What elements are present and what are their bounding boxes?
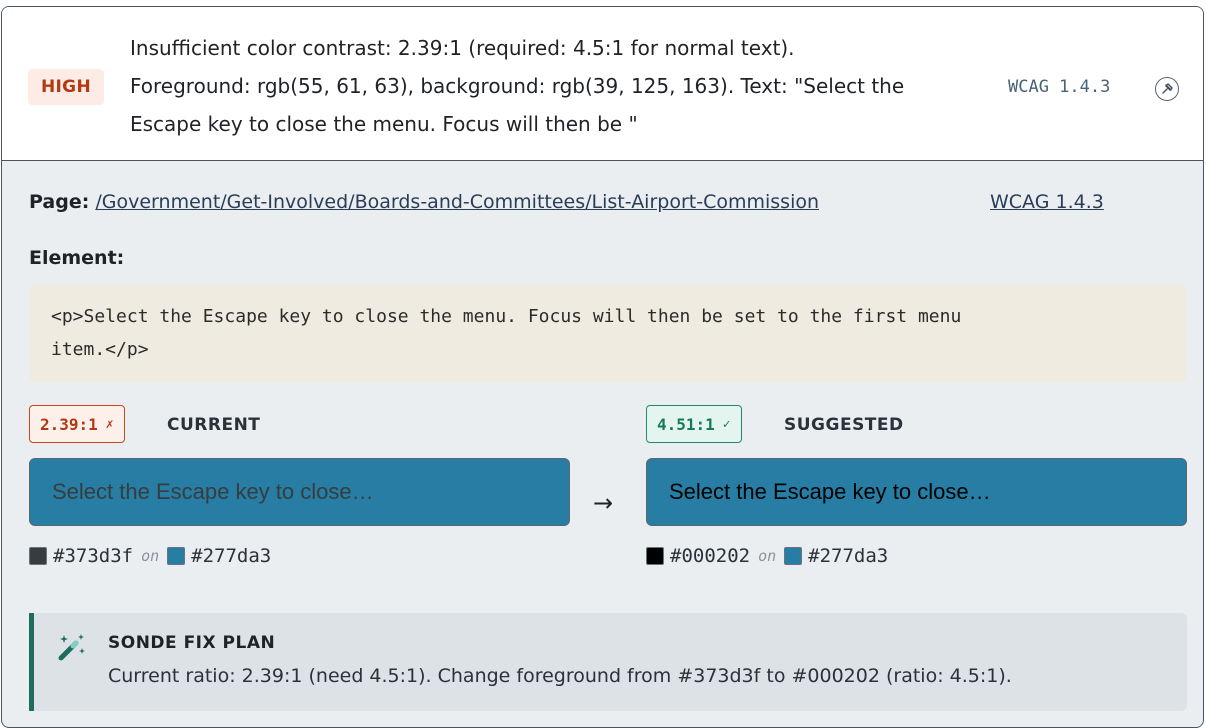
background-hex: #277da3 <box>191 545 272 567</box>
fix-plan-panel: SONDE FIX PLAN Current ratio: 2.39:1 (ne… <box>29 613 1187 711</box>
wcag-link[interactable]: WCAG 1.4.3 <box>990 191 1104 213</box>
severity-badge: HIGH <box>28 69 104 105</box>
foreground-swatch <box>29 547 47 565</box>
issue-card: HIGH Insufficient color contrast: 2.39:1… <box>1 6 1204 728</box>
current-ratio-value: 2.39:1 <box>40 414 98 434</box>
current-color-pair: #373d3f on #277da3 <box>29 545 271 567</box>
background-swatch <box>167 547 186 565</box>
suggested-color-pair: #000202 on #277da3 <box>646 545 888 567</box>
on-word: on <box>758 547 777 565</box>
current-preview: Select the Escape key to close… <box>29 458 570 526</box>
on-word: on <box>141 547 160 565</box>
background-swatch <box>784 547 803 565</box>
suggested-ratio-value: 4.51:1 <box>657 414 715 434</box>
suggested-ratio-badge: 4.51:1 ✓ <box>646 405 742 443</box>
fail-icon: ✗ <box>105 416 114 432</box>
arrow-icon: → <box>593 489 614 517</box>
element-label: Element: <box>29 247 125 269</box>
pin-button[interactable] <box>1155 77 1179 101</box>
current-label: CURRENT <box>167 415 261 435</box>
page-url-link[interactable]: /Government/Get-Involved/Boards-and-Comm… <box>95 191 819 213</box>
pass-icon: ✓ <box>722 416 731 432</box>
code-line: item.</p> <box>51 339 149 360</box>
foreground-hex: #373d3f <box>53 545 134 567</box>
element-code-block: <p>Select the Escape key to close the me… <box>29 284 1187 382</box>
summary-line: Escape key to close the menu. Focus will… <box>130 112 638 136</box>
summary-line: Foreground: rgb(55, 61, 63), background:… <box>130 74 905 98</box>
suggested-preview: Select the Escape key to close… <box>646 458 1187 526</box>
fix-plan-title: SONDE FIX PLAN <box>108 633 276 653</box>
page-label: Page: <box>29 191 90 213</box>
foreground-swatch <box>646 547 664 565</box>
current-ratio-badge: 2.39:1 ✗ <box>29 405 125 443</box>
fix-plan-text: Current ratio: 2.39:1 (need 4.5:1). Chan… <box>108 665 1012 687</box>
magic-wand-icon <box>58 634 85 661</box>
background-hex: #277da3 <box>808 545 889 567</box>
issue-header[interactable]: HIGH Insufficient color contrast: 2.39:1… <box>2 7 1203 161</box>
issue-summary: Insufficient color contrast: 2.39:1 (req… <box>130 29 990 143</box>
criterion-code: WCAG 1.4.3 <box>1008 77 1111 97</box>
suggested-label: SUGGESTED <box>784 415 904 435</box>
summary-line: Insufficient color contrast: 2.39:1 (req… <box>130 36 795 60</box>
code-line: <p>Select the Escape key to close the me… <box>51 306 962 327</box>
foreground-hex: #000202 <box>670 545 751 567</box>
page-info: Page: /Government/Get-Involved/Boards-an… <box>29 191 819 213</box>
pin-icon <box>1162 83 1173 94</box>
